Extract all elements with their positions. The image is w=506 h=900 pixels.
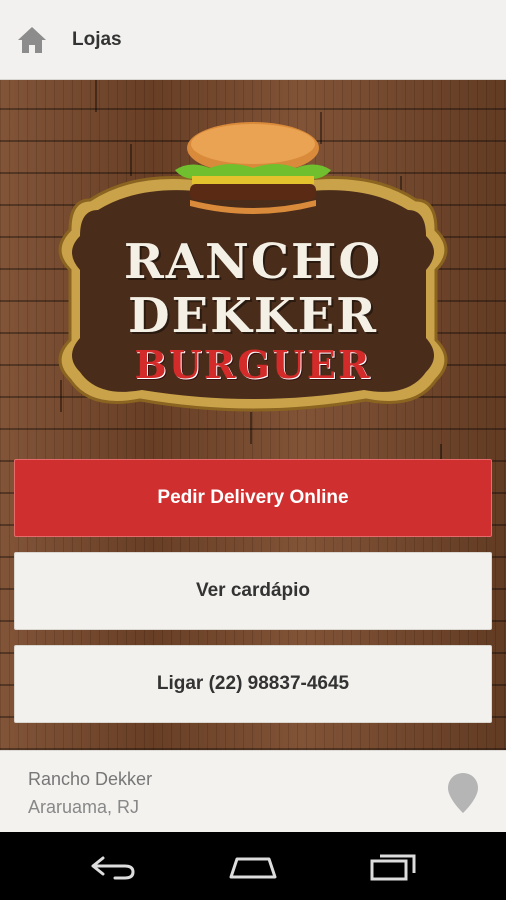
logo-text-dekker: DEKKER (127, 288, 379, 344)
home-button[interactable] (0, 0, 64, 80)
back-button[interactable] (78, 846, 148, 886)
logo-text-burguer: BURGUER (134, 342, 372, 387)
home-nav-icon (229, 857, 277, 879)
page-title: Lojas (72, 28, 122, 50)
app-bar: Lojas (0, 0, 506, 80)
home-nav-button[interactable] (218, 846, 288, 886)
brand-logo: RANCHO DEKKER BURGUER (50, 110, 456, 420)
order-delivery-button[interactable]: Pedir Delivery Online (14, 459, 492, 537)
system-nav-bar (0, 832, 506, 900)
store-city: Araruama, RJ (28, 797, 140, 817)
store-name: Rancho Dekker (28, 769, 153, 789)
home-icon (18, 26, 46, 53)
back-icon (91, 856, 135, 880)
logo-text-rancho: RANCHO (123, 234, 383, 290)
view-menu-button[interactable]: Ver cardápio (14, 552, 492, 630)
call-button[interactable]: Ligar (22) 98837-4645 (14, 645, 492, 723)
location-pin-icon[interactable] (446, 771, 480, 815)
recents-button[interactable] (358, 846, 428, 886)
store-footer[interactable]: Rancho Dekker Araruama, RJ (0, 750, 506, 832)
recents-icon (370, 854, 416, 881)
